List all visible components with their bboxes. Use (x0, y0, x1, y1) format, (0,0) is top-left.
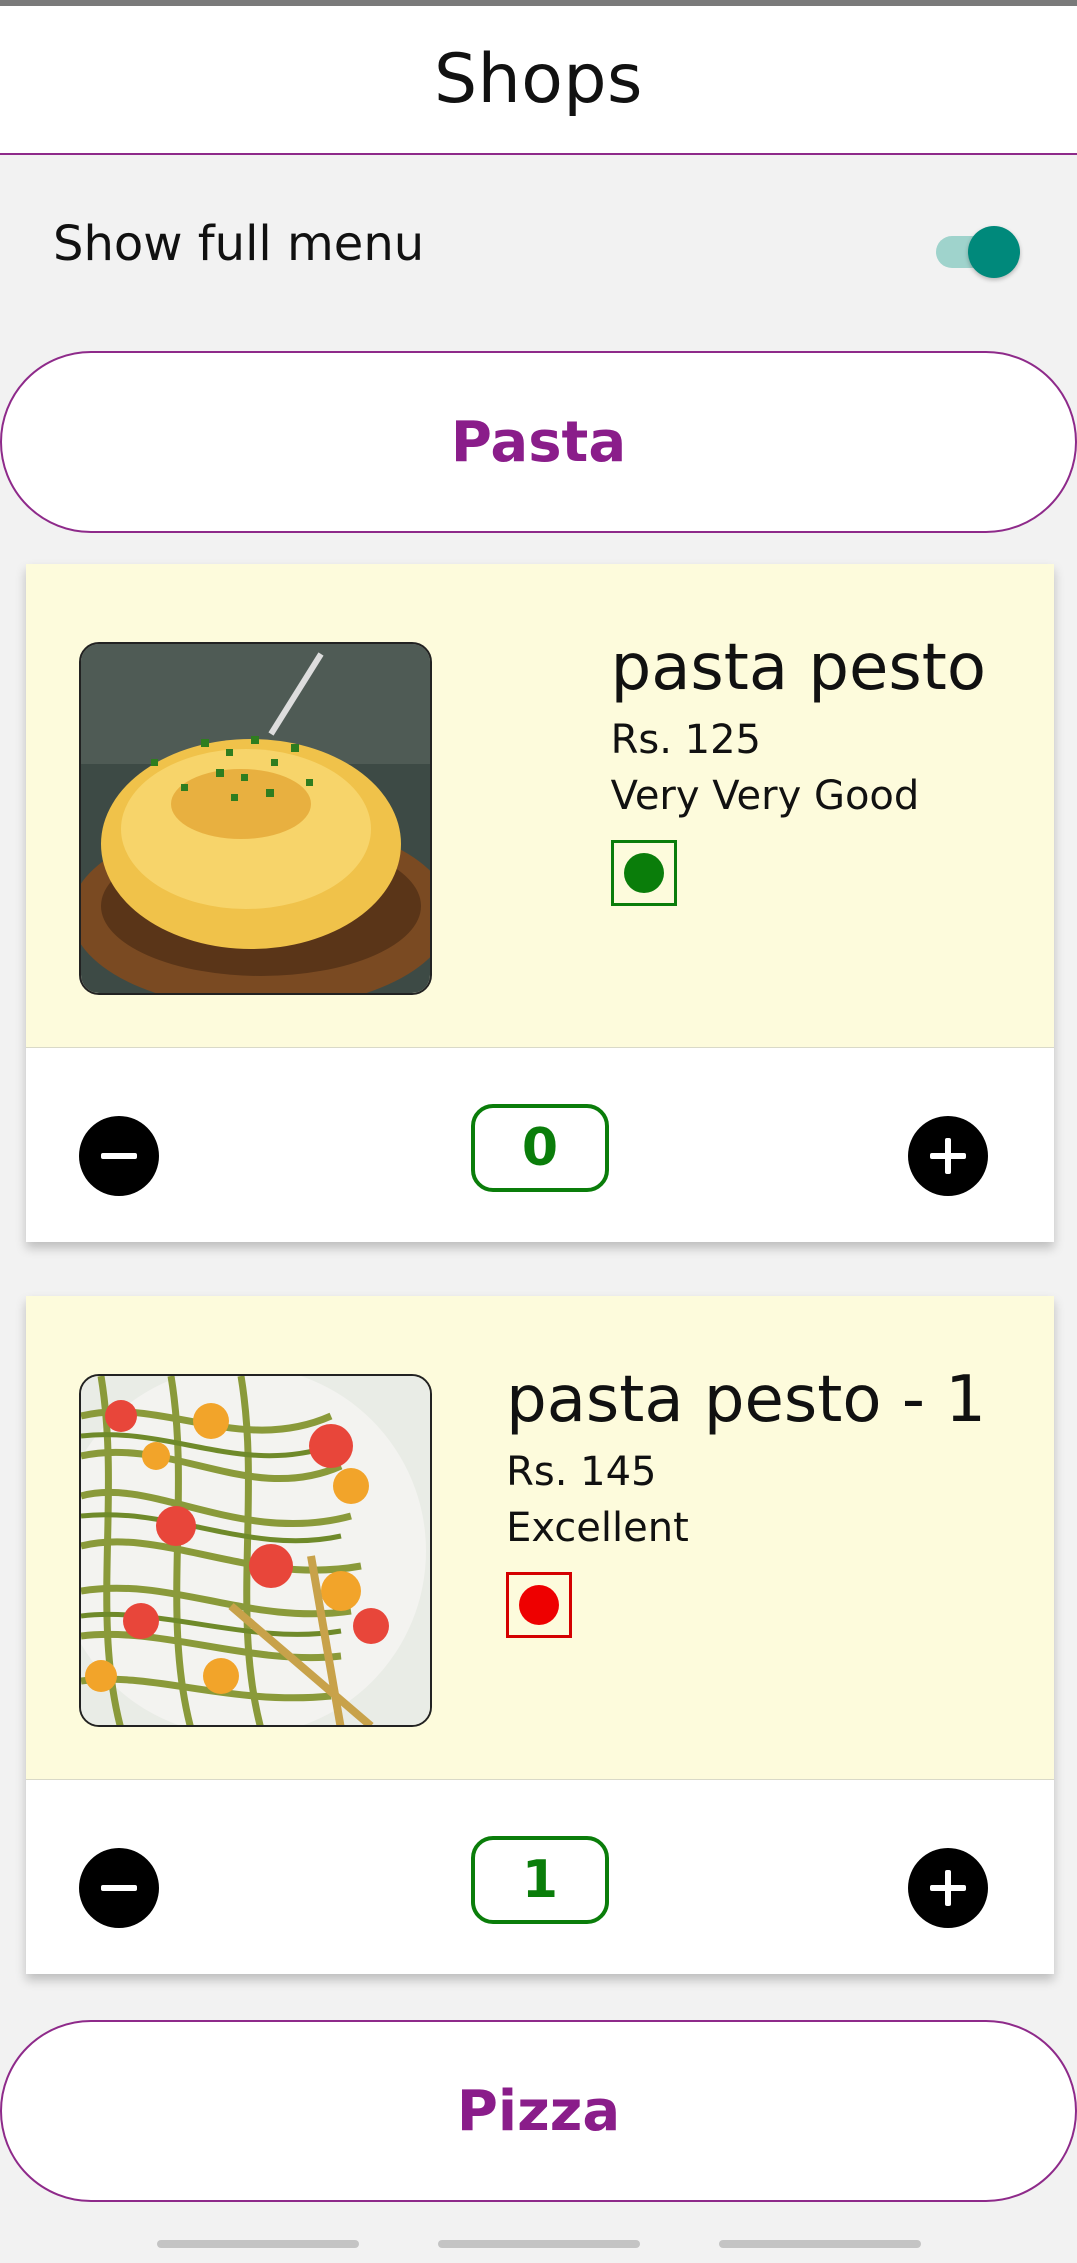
decrement-button[interactable] (79, 1848, 159, 1928)
plus-icon (930, 1138, 966, 1174)
increment-button[interactable] (908, 1116, 988, 1196)
item-rating: Very Very Good (610, 773, 920, 819)
item-rating: Excellent (506, 1505, 689, 1551)
food-image-pesto-spaghetti (79, 1374, 432, 1727)
minus-icon (101, 1153, 137, 1159)
category-pizza-button[interactable]: Pizza (0, 2020, 1077, 2202)
nav-home-handle[interactable] (438, 2240, 640, 2248)
toggle-thumb (968, 226, 1020, 278)
show-full-menu-label: Show full menu (53, 216, 425, 272)
menu-item-details: pasta pesto - 1 Rs. 145 Excellent (26, 1296, 1054, 1780)
show-full-menu-toggle[interactable] (932, 218, 1022, 278)
menu-item-info: pasta pesto Rs. 125 Very Very Good (610, 626, 986, 906)
page-title: Shops (434, 40, 643, 119)
veg-indicator-icon (610, 840, 677, 906)
item-price: Rs. 145 (506, 1449, 657, 1495)
food-image-mac-cheese (79, 642, 432, 995)
category-pasta-button[interactable]: Pasta (0, 351, 1077, 533)
increment-button[interactable] (908, 1848, 988, 1928)
quantity-controls: 0 (26, 1048, 1054, 1242)
menu-item-info: pasta pesto - 1 Rs. 145 Excellent (506, 1358, 986, 1638)
menu-item-details: pasta pesto Rs. 125 Very Very Good (26, 564, 1054, 1048)
minus-icon (101, 1885, 137, 1891)
quantity-controls: 1 (26, 1780, 1054, 1974)
decrement-button[interactable] (79, 1116, 159, 1196)
quantity-value: 1 (471, 1836, 609, 1924)
system-nav-bar (0, 2234, 1077, 2263)
item-name: pasta pesto - 1 (506, 1363, 986, 1437)
plus-icon (930, 1870, 966, 1906)
nav-back-handle[interactable] (719, 2240, 921, 2248)
category-pasta-label: Pasta (450, 409, 627, 475)
category-pizza-label: Pizza (456, 2078, 621, 2144)
show-full-menu-row: Show full menu (0, 186, 1077, 306)
non-veg-indicator-icon (506, 1572, 573, 1638)
menu-item-card: pasta pesto Rs. 125 Very Very Good 0 (26, 564, 1054, 1242)
menu-item-card: pasta pesto - 1 Rs. 145 Excellent 1 (26, 1296, 1054, 1974)
quantity-value: 0 (471, 1104, 609, 1192)
item-price: Rs. 125 (610, 717, 761, 763)
item-name: pasta pesto (610, 631, 986, 705)
app-header: Shops (0, 6, 1077, 155)
nav-recents-handle[interactable] (157, 2240, 359, 2248)
